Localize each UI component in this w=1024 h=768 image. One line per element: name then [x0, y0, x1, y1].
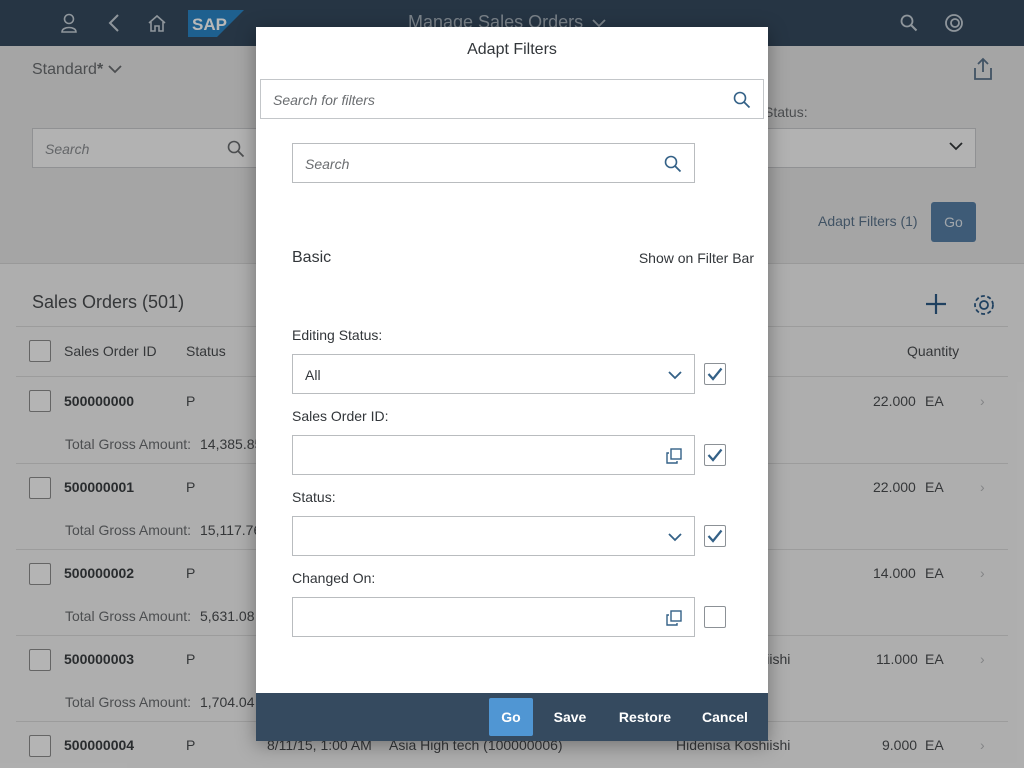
changed-on-input[interactable]: [292, 597, 695, 637]
value-help-icon[interactable]: [666, 448, 682, 464]
cancel-button[interactable]: Cancel: [692, 698, 758, 736]
basic-search-input[interactable]: Search: [292, 143, 695, 183]
status-select[interactable]: [292, 516, 695, 556]
show-on-filter-bar-header: Show on Filter Bar: [638, 250, 754, 266]
adapt-filters-dialog: Adapt Filters Search for filters Search …: [256, 27, 768, 741]
checkmark-icon: [707, 529, 723, 543]
changed-on-label: Changed On:: [292, 570, 376, 586]
dialog-footer: Go Save Restore Cancel: [256, 693, 768, 741]
restore-button[interactable]: Restore: [610, 698, 680, 736]
editing-status-select[interactable]: All: [292, 354, 695, 394]
changed-on-show-checkbox[interactable]: [704, 606, 726, 628]
group-title-basic: Basic: [292, 249, 332, 266]
checkmark-icon: [707, 367, 723, 381]
go-button[interactable]: Go: [489, 698, 533, 736]
editing-status-label: Editing Status:: [292, 327, 383, 343]
checkmark-icon: [707, 448, 723, 462]
value-help-icon[interactable]: [666, 610, 682, 626]
sales-order-id-label: Sales Order ID:: [292, 408, 389, 424]
search-icon[interactable]: [733, 91, 751, 109]
save-button[interactable]: Save: [543, 698, 597, 736]
status-show-checkbox[interactable]: [704, 525, 726, 547]
editing-status-value: All: [305, 367, 321, 383]
editing-status-show-checkbox[interactable]: [704, 363, 726, 385]
basic-search-placeholder: Search: [305, 156, 350, 172]
sales-order-id-show-checkbox[interactable]: [704, 444, 726, 466]
chevron-down-icon: [668, 533, 682, 542]
chevron-down-icon: [668, 371, 682, 380]
filter-search-placeholder: Search for filters: [273, 92, 375, 108]
status-label: Status:: [292, 489, 336, 505]
search-icon[interactable]: [664, 155, 682, 173]
sales-order-id-input[interactable]: [292, 435, 695, 475]
dialog-title: Adapt Filters: [467, 41, 557, 58]
filter-search-input[interactable]: Search for filters: [260, 79, 764, 119]
